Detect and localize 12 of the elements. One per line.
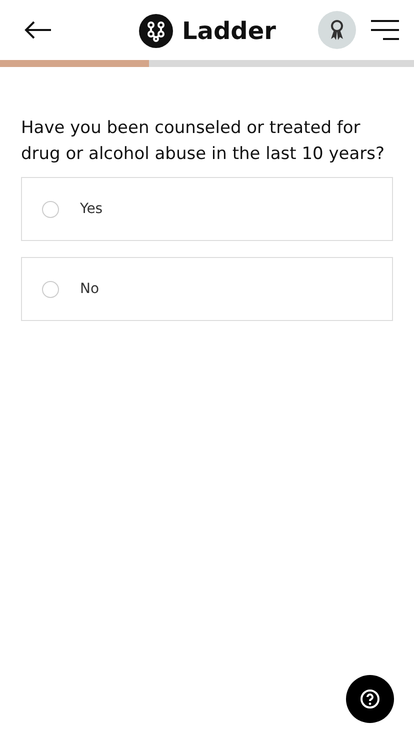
award-ribbon-icon[interactable] [318, 11, 356, 49]
menu-icon[interactable] [370, 19, 400, 41]
answer-option[interactable]: No [21, 257, 393, 321]
logo-text: Ladder [182, 17, 276, 45]
question-mark-icon [360, 689, 380, 709]
logo-icon [139, 14, 173, 48]
back-arrow-icon[interactable] [24, 21, 52, 39]
answer-option[interactable]: Yes [21, 177, 393, 241]
radio-button[interactable] [42, 200, 59, 218]
radio-button[interactable] [42, 280, 59, 298]
help-button[interactable] [346, 675, 394, 723]
question-text: Have you been counseled or treated for drug or alcohol abuse in the last 10 years? [21, 117, 386, 166]
